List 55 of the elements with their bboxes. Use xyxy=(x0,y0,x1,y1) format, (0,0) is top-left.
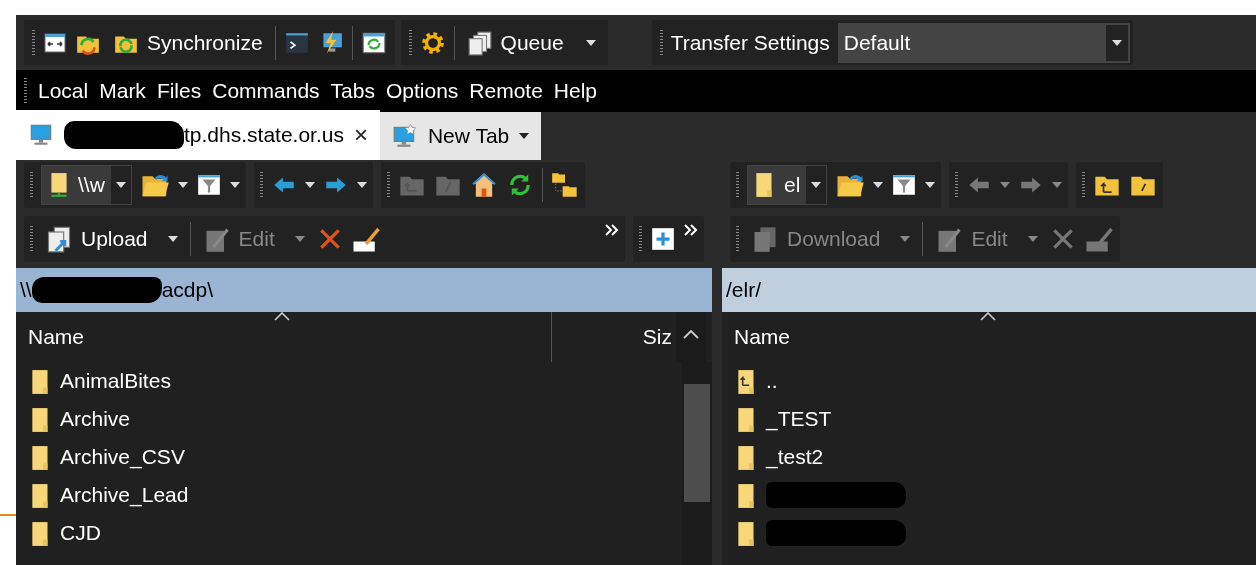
column-header[interactable]: Siz xyxy=(552,312,676,362)
tab[interactable]: tp.dhs.state.or.us × xyxy=(16,110,380,160)
column-header[interactable]: Name xyxy=(16,312,552,362)
filter-icon[interactable] xyxy=(891,172,918,198)
caret-icon[interactable] xyxy=(167,236,178,242)
drive-selector[interactable]: \\w xyxy=(41,165,132,205)
add-icon[interactable] xyxy=(650,226,676,252)
close-icon[interactable]: × xyxy=(353,121,368,149)
file-name[interactable]: Archive_CSV xyxy=(60,445,185,469)
tab[interactable]: New Tab xyxy=(379,112,542,160)
caret-icon[interactable] xyxy=(873,182,884,188)
caret-icon[interactable] xyxy=(115,182,126,188)
file-name[interactable]: _TEST xyxy=(766,407,832,431)
file-name[interactable]: .. xyxy=(766,369,778,393)
menu-item[interactable]: Tabs xyxy=(330,79,375,103)
scrollbar-thumb[interactable] xyxy=(684,384,710,502)
monitor-star-icon xyxy=(391,123,418,149)
documents-icon xyxy=(466,29,493,56)
path-bar[interactable]: /elr/ xyxy=(722,268,1256,312)
caret-icon[interactable] xyxy=(585,39,596,46)
compare-icon[interactable] xyxy=(43,30,67,55)
menu-item[interactable]: Commands xyxy=(212,79,320,103)
menu-item[interactable]: Files xyxy=(156,79,202,103)
caret-icon[interactable] xyxy=(304,182,315,188)
file-name[interactable]: Archive_Lead xyxy=(60,483,189,507)
filter-icon[interactable] xyxy=(195,172,222,198)
caret-icon[interactable] xyxy=(177,182,188,188)
more-icon[interactable] xyxy=(605,224,619,236)
caret-icon[interactable] xyxy=(519,133,530,139)
settings-icon[interactable] xyxy=(419,29,446,56)
documents-upload-icon xyxy=(45,225,73,253)
monitor-icon xyxy=(28,122,54,148)
file-name[interactable]: Archive xyxy=(60,407,131,431)
file-name[interactable]: AnimalBites xyxy=(60,369,171,393)
caret-icon[interactable] xyxy=(356,182,367,188)
transfer-settings-label: Transfer Settings xyxy=(670,30,830,55)
menu-item[interactable]: Mark xyxy=(99,79,146,103)
caret-icon[interactable] xyxy=(229,182,240,188)
menu-item[interactable]: Options xyxy=(385,79,459,103)
transfer-settings-dropdown[interactable]: Default xyxy=(837,22,1130,63)
caret-icon[interactable] xyxy=(811,182,822,188)
menu-item[interactable]: Remote xyxy=(469,79,543,103)
column-header[interactable]: Name xyxy=(722,312,1256,362)
drive-selector[interactable]: el xyxy=(747,165,828,205)
more-icon[interactable] xyxy=(684,224,698,236)
upload-button[interactable]: Upload xyxy=(41,219,182,259)
file-name[interactable]: CJD xyxy=(60,521,101,545)
path-bar[interactable]: \\ acdp\ xyxy=(16,268,712,312)
menu-item[interactable]: Local xyxy=(38,79,89,103)
caret-icon[interactable] xyxy=(925,182,936,188)
folder-tree-icon[interactable] xyxy=(550,171,579,199)
menu-item[interactable]: Help xyxy=(553,79,598,103)
caret-icon[interactable] xyxy=(1111,39,1122,46)
scroll-up-icon[interactable] xyxy=(676,312,706,362)
file-name[interactable]: _test2 xyxy=(766,445,824,469)
